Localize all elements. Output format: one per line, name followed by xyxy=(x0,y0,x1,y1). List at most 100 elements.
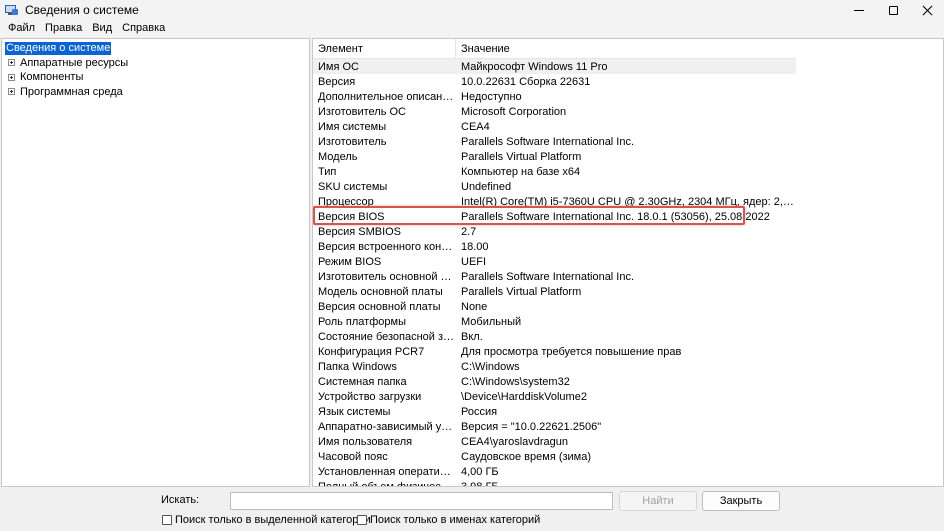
row-value-cell: 10.0.22631 Сборка 22631 xyxy=(461,75,591,88)
tree-item-system-summary[interactable]: Сведения о системе xyxy=(2,41,309,56)
column-header-item[interactable]: Элемент xyxy=(313,39,456,58)
checkbox-box[interactable] xyxy=(162,515,172,525)
table-row[interactable]: Имя ОС Майкрософт Windows 11 Pro xyxy=(313,59,796,74)
tree-item-label: Сведения о системе xyxy=(5,41,112,55)
category-tree: Сведения о системе Аппаратные ресурсы Ко… xyxy=(1,38,310,487)
row-item-cell: Версия основной платы xyxy=(318,300,441,313)
row-value-cell: Для просмотра требуется повышение прав xyxy=(461,345,682,358)
row-value-cell: Вкл. xyxy=(461,330,483,343)
table-row[interactable]: Версия 10.0.22631 Сборка 22631 xyxy=(313,74,796,89)
table-row[interactable]: Модель основной платы Parallels Virtual P… xyxy=(313,284,796,299)
table-row[interactable]: Модель Parallels Virtual Platform xyxy=(313,149,796,164)
menu-view[interactable]: Вид xyxy=(87,20,117,37)
row-value-cell: 18.00 xyxy=(461,240,489,253)
table-row[interactable]: Версия встроенного контролл... 18.00 xyxy=(313,239,796,254)
table-row[interactable]: Имя пользователя CEA4\yaroslavdragun xyxy=(313,434,796,449)
row-value-cell: Parallels Software International Inc. xyxy=(461,135,635,148)
close-button[interactable]: Закрыть xyxy=(702,491,780,511)
table-row[interactable]: Состояние безопасной загруз... Вкл. xyxy=(313,329,796,344)
row-item-cell: Папка Windows xyxy=(318,360,397,373)
row-item-cell: Изготовитель xyxy=(318,135,387,148)
table-row[interactable]: Версия SMBIOS 2.7 xyxy=(313,224,796,239)
row-item-cell: Состояние безопасной загруз... xyxy=(318,330,456,343)
table-row[interactable]: Изготовитель Parallels Software Internati… xyxy=(313,134,796,149)
row-value-cell: Версия = "10.0.22621.2506" xyxy=(461,420,602,433)
table-row[interactable]: Дополнительное описание ОС Недоступно xyxy=(313,89,796,104)
table-row[interactable]: Тип Компьютер на базе x64 xyxy=(313,164,796,179)
table-row[interactable]: Изготовитель основной платы Parallels Sof… xyxy=(313,269,796,284)
tree-item-label: Программная среда xyxy=(20,85,123,98)
search-input[interactable] xyxy=(230,492,613,510)
row-item-cell: Версия BIOS xyxy=(318,210,385,223)
expand-plus-icon[interactable] xyxy=(8,88,15,96)
table-row[interactable]: Роль платформы Мобильный xyxy=(313,314,796,329)
menu-edit[interactable]: Правка xyxy=(40,20,87,37)
row-value-cell: Компьютер на базе x64 xyxy=(461,165,581,178)
row-item-cell: Конфигурация PCR7 xyxy=(318,345,425,358)
row-item-cell: Изготовитель основной платы xyxy=(318,270,456,283)
expand-plus-icon[interactable] xyxy=(8,73,15,81)
row-value-cell: Microsoft Corporation xyxy=(461,105,567,118)
table-row[interactable]: Установленная оперативная п... 4,00 ГБ xyxy=(313,464,796,479)
table-row[interactable]: Версия BIOS Parallels Software Internatio… xyxy=(313,209,796,224)
checkbox-box[interactable] xyxy=(357,515,367,525)
system-info-icon xyxy=(5,4,18,16)
row-value-cell: C:\Windows xyxy=(461,360,520,373)
row-value-cell: Недоступно xyxy=(461,90,522,103)
row-value-cell: UEFI xyxy=(461,255,487,268)
find-button[interactable]: Найти xyxy=(619,491,697,511)
row-item-cell: Установленная оперативная п... xyxy=(318,465,456,478)
row-item-cell: Версия xyxy=(318,75,356,88)
menu-file[interactable]: Файл xyxy=(3,20,40,37)
list-header: Элемент Значение xyxy=(313,39,796,59)
window-title: Сведения о системе xyxy=(25,3,139,17)
table-row[interactable]: Версия основной платы None xyxy=(313,299,796,314)
search-selected-category-checkbox[interactable]: Поиск только в выделенной категории xyxy=(162,514,371,526)
expand-plus-icon[interactable] xyxy=(8,59,15,67)
row-value-cell: C:\Windows\system32 xyxy=(461,375,570,388)
row-item-cell: Имя пользователя xyxy=(318,435,413,448)
row-value-cell: 2.7 xyxy=(461,225,477,238)
maximize-button[interactable] xyxy=(876,0,910,20)
row-value-cell: CEA4\yaroslavdragun xyxy=(461,435,569,448)
column-header-value[interactable]: Значение xyxy=(456,39,796,58)
tree-item-label: Компоненты xyxy=(20,71,84,84)
details-list: Элемент Значение Имя ОС Майкрософт Window… xyxy=(312,38,944,487)
tree-item-hardware-resources[interactable]: Аппаратные ресурсы xyxy=(2,56,309,71)
search-category-names-checkbox[interactable]: Поиск только в именах категорий xyxy=(357,514,540,526)
minimize-button[interactable] xyxy=(842,0,876,20)
table-row[interactable]: Устройство загрузки \Device\HarddiskVolum… xyxy=(313,389,796,404)
row-value-cell: \Device\HarddiskVolume2 xyxy=(461,390,587,403)
table-row[interactable]: Аппаратно-зависимый уровен... Версия = "1… xyxy=(313,419,796,434)
table-row[interactable]: Системная папка C:\Windows\system32 xyxy=(313,374,796,389)
table-row[interactable]: Изготовитель ОС Microsoft Corporation xyxy=(313,104,796,119)
row-value-cell: None xyxy=(461,300,488,313)
table-row[interactable]: SKU системы Undefined xyxy=(313,179,796,194)
table-row[interactable]: Имя системы CEA4 xyxy=(313,119,796,134)
row-value-cell: Undefined xyxy=(461,180,512,193)
search-label: Искать: xyxy=(161,494,200,506)
table-row[interactable]: Папка Windows C:\Windows xyxy=(313,359,796,374)
row-value-cell: Parallels Software International Inc. 18… xyxy=(461,210,770,223)
close-window-button[interactable] xyxy=(910,0,944,20)
row-item-cell: Версия встроенного контролл... xyxy=(318,240,456,253)
row-item-cell: Модель основной платы xyxy=(318,285,443,298)
row-item-cell: Дополнительное описание ОС xyxy=(318,90,456,103)
row-value-cell: Саудовское время (зима) xyxy=(461,450,592,463)
table-row[interactable]: Часовой пояс Саудовское время (зима) xyxy=(313,449,796,464)
menu-help[interactable]: Справка xyxy=(117,20,170,37)
row-item-cell: Изготовитель ОС xyxy=(318,105,406,118)
table-row[interactable]: Полный объем физической па... 3,98 ГБ xyxy=(313,479,796,487)
row-item-cell: Язык системы xyxy=(318,405,391,418)
window-controls xyxy=(842,0,944,20)
table-row[interactable]: Конфигурация PCR7 Для просмотра требуется… xyxy=(313,344,796,359)
table-row[interactable]: Процессор Intel(R) Core(TM) i5-7360U CPU … xyxy=(313,194,796,209)
tree-item-software-environment[interactable]: Программная среда xyxy=(2,85,309,100)
tree-item-components[interactable]: Компоненты xyxy=(2,70,309,85)
row-value-cell: Майкрософт Windows 11 Pro xyxy=(461,60,608,73)
table-row[interactable]: Режим BIOS UEFI xyxy=(313,254,796,269)
row-item-cell: SKU системы xyxy=(318,180,388,193)
table-row[interactable]: Язык системы Россия xyxy=(313,404,796,419)
row-item-cell: Тип xyxy=(318,165,337,178)
row-item-cell: Имя системы xyxy=(318,120,387,133)
